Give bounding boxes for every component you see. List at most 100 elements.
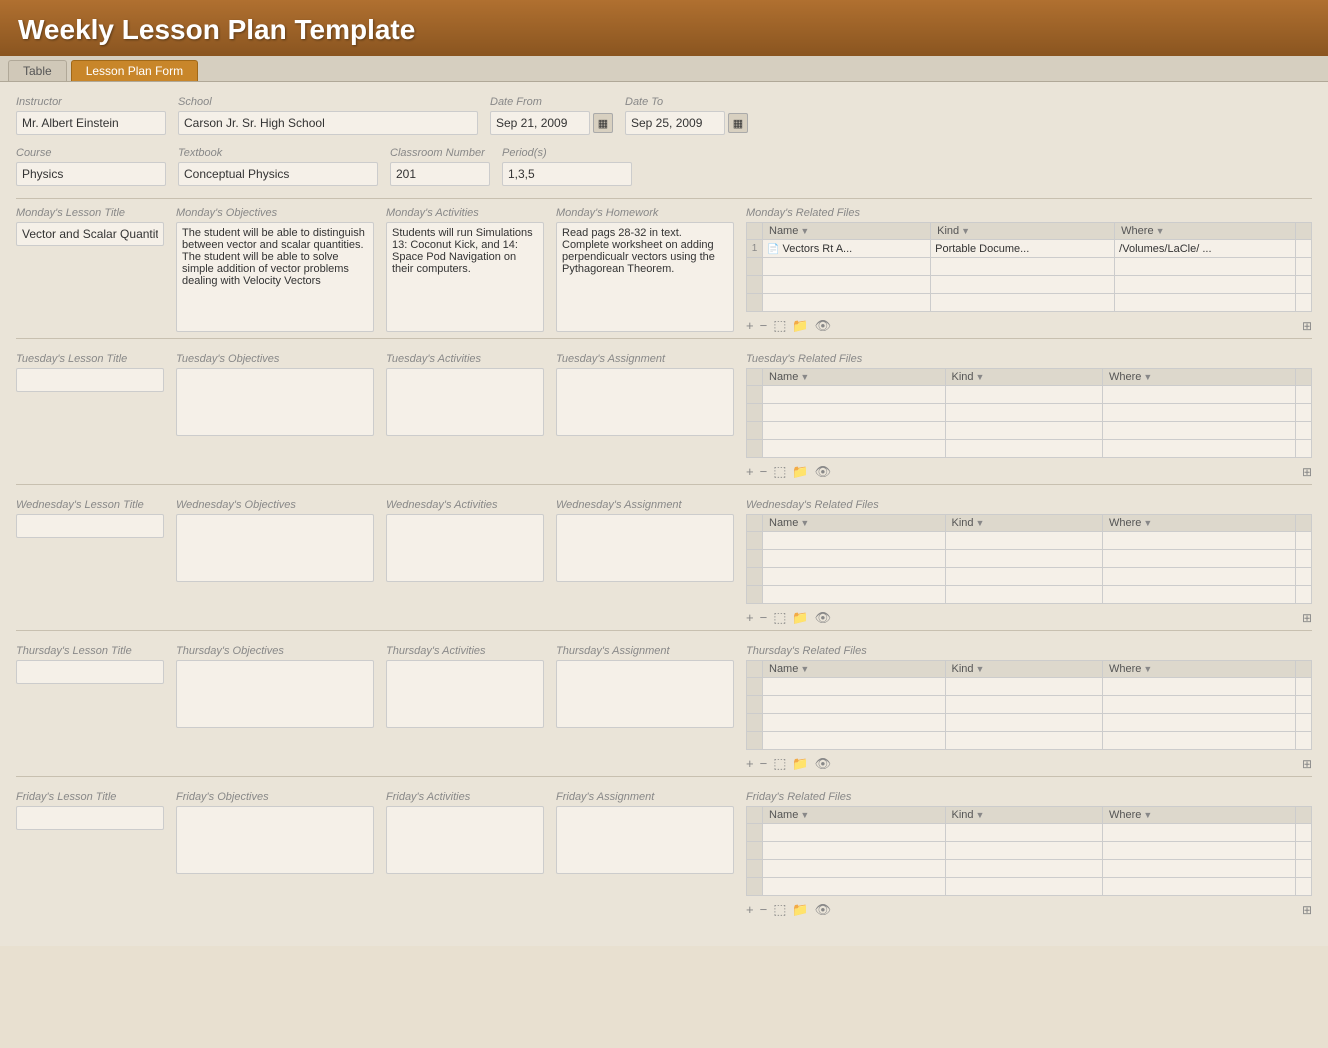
friday-col-where[interactable]: Where▼ xyxy=(1102,807,1295,824)
friday-activities-textarea[interactable] xyxy=(386,806,544,874)
empty-num-3 xyxy=(747,440,763,458)
thursday-add-button[interactable]: + xyxy=(746,756,754,771)
thursday-remove-button[interactable]: − xyxy=(760,756,768,771)
thursday-homework-col: Thursday's Assignment xyxy=(556,645,736,728)
monday-title-input[interactable] xyxy=(16,222,164,246)
wednesday-title-input[interactable] xyxy=(16,514,164,538)
tuesday-col-extra xyxy=(1296,369,1312,386)
thursday-col-kind[interactable]: Kind▼ xyxy=(945,661,1102,678)
tuesday-col-where[interactable]: Where▼ xyxy=(1102,369,1295,386)
wednesday-grid-button[interactable]: ⊞ xyxy=(1302,611,1312,625)
empty-kind-2 xyxy=(945,422,1102,440)
tuesday-new-file-button[interactable]: ⬚ xyxy=(773,463,786,480)
empty-kind-1 xyxy=(945,696,1102,714)
thursday-folder-button[interactable]: 📁 xyxy=(792,756,808,772)
file-row-empty-0 xyxy=(747,386,1312,404)
wednesday-eye-button[interactable]: 👁 xyxy=(815,610,832,626)
monday-folder-button[interactable]: 📁 xyxy=(792,318,808,334)
friday-add-button[interactable]: + xyxy=(746,902,754,917)
wednesday-remove-button[interactable]: − xyxy=(760,610,768,625)
tuesday-col-name[interactable]: Name▼ xyxy=(763,369,946,386)
thursday-col-where[interactable]: Where▼ xyxy=(1102,661,1295,678)
monday-eye-button[interactable]: 👁 xyxy=(815,318,832,334)
instructor-input[interactable] xyxy=(16,111,166,135)
friday-grid-button[interactable]: ⊞ xyxy=(1302,903,1312,917)
monday-col-name[interactable]: Name▼ xyxy=(763,223,931,240)
tuesday-activities-textarea[interactable] xyxy=(386,368,544,436)
empty-name-1 xyxy=(763,842,946,860)
thursday-homework-textarea[interactable] xyxy=(556,660,734,728)
tuesday-homework-textarea[interactable] xyxy=(556,368,734,436)
tuesday-grid-button[interactable]: ⊞ xyxy=(1302,465,1312,479)
tuesday-col-kind[interactable]: Kind▼ xyxy=(945,369,1102,386)
thursday-eye-button[interactable]: 👁 xyxy=(815,756,832,772)
friday-eye-button[interactable]: 👁 xyxy=(815,902,832,918)
wednesday-homework-textarea[interactable] xyxy=(556,514,734,582)
periods-input[interactable] xyxy=(502,162,632,186)
monday-objectives-textarea[interactable]: The student will be able to distinguish … xyxy=(176,222,374,332)
monday-activities-textarea[interactable]: Students will run Simulations 13: Coconu… xyxy=(386,222,544,332)
friday-col-kind[interactable]: Kind▼ xyxy=(945,807,1102,824)
wednesday-col-where[interactable]: Where▼ xyxy=(1102,515,1295,532)
tuesday-eye-button[interactable]: 👁 xyxy=(815,464,832,480)
file-row-empty-3 xyxy=(747,586,1312,604)
wednesday-add-button[interactable]: + xyxy=(746,610,754,625)
classroom-input[interactable] xyxy=(390,162,490,186)
monday-homework-textarea[interactable]: Read pags 28-32 in text. Complete worksh… xyxy=(556,222,734,332)
thursday-col-name[interactable]: Name▼ xyxy=(763,661,946,678)
course-input[interactable] xyxy=(16,162,166,186)
tuesday-add-button[interactable]: + xyxy=(746,464,754,479)
friday-remove-button[interactable]: − xyxy=(760,902,768,917)
file-row-empty-0 xyxy=(747,678,1312,696)
empty-num-2 xyxy=(747,568,763,586)
empty-extra-2 xyxy=(1296,276,1312,294)
textbook-input[interactable] xyxy=(178,162,378,186)
tuesday-folder-button[interactable]: 📁 xyxy=(792,464,808,480)
tuesday-remove-button[interactable]: − xyxy=(760,464,768,479)
wednesday-col-name[interactable]: Name▼ xyxy=(763,515,946,532)
friday-objectives-textarea[interactable] xyxy=(176,806,374,874)
thursday-new-file-button[interactable]: ⬚ xyxy=(773,755,786,772)
empty-where-1 xyxy=(1102,842,1295,860)
empty-extra-1 xyxy=(1296,404,1312,422)
wednesday-activities-textarea[interactable] xyxy=(386,514,544,582)
empty-num-0 xyxy=(747,532,763,550)
empty-name-3 xyxy=(763,732,946,750)
wednesday-folder-button[interactable]: 📁 xyxy=(792,610,808,626)
wednesday-new-file-button[interactable]: ⬚ xyxy=(773,609,786,626)
school-input[interactable] xyxy=(178,111,478,135)
wednesday-objectives-textarea[interactable] xyxy=(176,514,374,582)
thursday-activities-textarea[interactable] xyxy=(386,660,544,728)
empty-num-0 xyxy=(747,824,763,842)
empty-kind-0 xyxy=(945,678,1102,696)
empty-kind-0 xyxy=(945,532,1102,550)
friday-title-input[interactable] xyxy=(16,806,164,830)
thursday-title-input[interactable] xyxy=(16,660,164,684)
monday-col-kind[interactable]: Kind▼ xyxy=(931,223,1115,240)
thursday-grid-button[interactable]: ⊞ xyxy=(1302,757,1312,771)
tuesday-title-input[interactable] xyxy=(16,368,164,392)
thursday-title-col: Thursday's Lesson Title xyxy=(16,645,166,684)
monday-new-file-button[interactable]: ⬚ xyxy=(773,317,786,334)
date-to-calendar-button[interactable]: ▦ xyxy=(728,113,748,133)
wednesday-col-kind[interactable]: Kind▼ xyxy=(945,515,1102,532)
friday-folder-button[interactable]: 📁 xyxy=(792,902,808,918)
tab-lesson-plan-form[interactable]: Lesson Plan Form xyxy=(71,60,198,81)
tuesday-objectives-textarea[interactable] xyxy=(176,368,374,436)
friday-col-name[interactable]: Name▼ xyxy=(763,807,946,824)
friday-homework-textarea[interactable] xyxy=(556,806,734,874)
friday-new-file-button[interactable]: ⬚ xyxy=(773,901,786,918)
empty-name-3 xyxy=(763,440,946,458)
monday-col-where[interactable]: Where▼ xyxy=(1115,223,1296,240)
thursday-objectives-textarea[interactable] xyxy=(176,660,374,728)
file-row-empty-3 xyxy=(747,294,1312,312)
monday-remove-button[interactable]: − xyxy=(760,318,768,333)
date-to-input[interactable] xyxy=(625,111,725,135)
file-row-0: 1 📄 Vectors Rt A... Portable Docume... /… xyxy=(747,240,1312,258)
wednesday-files-table: Name▼ Kind▼ Where▼ xyxy=(746,514,1312,604)
monday-add-button[interactable]: + xyxy=(746,318,754,333)
date-from-input[interactable] xyxy=(490,111,590,135)
monday-grid-button[interactable]: ⊞ xyxy=(1302,319,1312,333)
date-from-calendar-button[interactable]: ▦ xyxy=(593,113,613,133)
tab-table[interactable]: Table xyxy=(8,60,67,81)
